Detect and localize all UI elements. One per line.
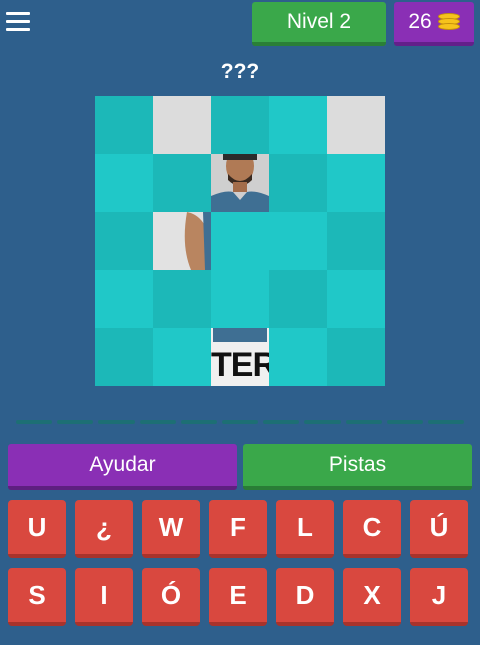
help-button[interactable]: Ayudar xyxy=(8,444,237,490)
letter-key[interactable]: E xyxy=(209,568,267,626)
cover-tile xyxy=(95,96,153,154)
cover-tile xyxy=(153,154,211,212)
cover-tile xyxy=(327,328,385,386)
answer-slot[interactable] xyxy=(304,420,341,424)
hamburger-menu-icon[interactable] xyxy=(6,12,30,32)
coins-icon xyxy=(437,13,460,31)
letter-key[interactable]: D xyxy=(276,568,334,626)
cover-tile xyxy=(327,270,385,328)
letter-key[interactable]: C xyxy=(343,500,401,558)
answer-slots xyxy=(16,420,465,424)
hints-label: Pistas xyxy=(328,453,387,476)
letter-key[interactable]: X xyxy=(343,568,401,626)
cover-tile xyxy=(269,154,327,212)
cover-tile xyxy=(153,328,211,386)
answer-slot[interactable] xyxy=(345,420,382,424)
cover-tile xyxy=(211,212,269,270)
hints-button[interactable]: Pistas xyxy=(243,444,472,490)
letter-key[interactable]: Ó xyxy=(142,568,200,626)
letter-keyboard: U ¿ W F L C Ú S I Ó E D X J xyxy=(8,500,472,626)
cover-tile xyxy=(269,270,327,328)
revealed-tile xyxy=(211,154,269,212)
help-label: Ayudar xyxy=(89,453,156,476)
cover-tile xyxy=(269,212,327,270)
letter-key[interactable]: W xyxy=(142,500,200,558)
level-label: Nivel 2 xyxy=(286,10,352,33)
coins-button[interactable]: 26 xyxy=(394,2,474,46)
answer-slot[interactable] xyxy=(221,420,259,424)
revealed-tile xyxy=(327,96,385,154)
cover-tile xyxy=(211,270,269,328)
letter-key[interactable]: F xyxy=(209,500,267,558)
answer-slot[interactable] xyxy=(98,420,135,424)
answer-slot[interactable] xyxy=(139,420,176,424)
cover-tile xyxy=(211,96,269,154)
level-button[interactable]: Nivel 2 xyxy=(252,2,386,46)
answer-slot[interactable] xyxy=(57,420,94,424)
letter-key[interactable]: ¿ xyxy=(75,500,133,558)
cover-tile xyxy=(269,96,327,154)
revealed-tile xyxy=(153,96,211,154)
revealed-tile xyxy=(211,328,269,386)
letter-key[interactable]: L xyxy=(276,500,334,558)
letter-key[interactable]: J xyxy=(410,568,468,626)
cover-tile xyxy=(95,212,153,270)
answer-slot[interactable] xyxy=(427,420,465,424)
answer-slot[interactable] xyxy=(386,420,423,424)
cover-tile xyxy=(269,328,327,386)
puzzle-title: ??? xyxy=(220,60,260,83)
cover-tile xyxy=(153,270,211,328)
cover-tile xyxy=(327,212,385,270)
letter-key[interactable]: S xyxy=(8,568,66,626)
cover-tile xyxy=(95,270,153,328)
answer-slot[interactable] xyxy=(16,420,53,424)
cover-tile xyxy=(95,328,153,386)
cover-tile xyxy=(95,154,153,212)
puzzle-image: TER xyxy=(95,96,385,386)
coins-count: 26 xyxy=(408,10,432,33)
letter-key[interactable]: Ú xyxy=(410,500,468,558)
letter-key[interactable]: I xyxy=(75,568,133,626)
cover-tile xyxy=(327,154,385,212)
answer-slot[interactable] xyxy=(180,420,217,424)
cover-tiles xyxy=(95,96,385,386)
revealed-tile xyxy=(153,212,211,270)
letter-key[interactable]: U xyxy=(8,500,66,558)
answer-slot[interactable] xyxy=(263,420,300,424)
